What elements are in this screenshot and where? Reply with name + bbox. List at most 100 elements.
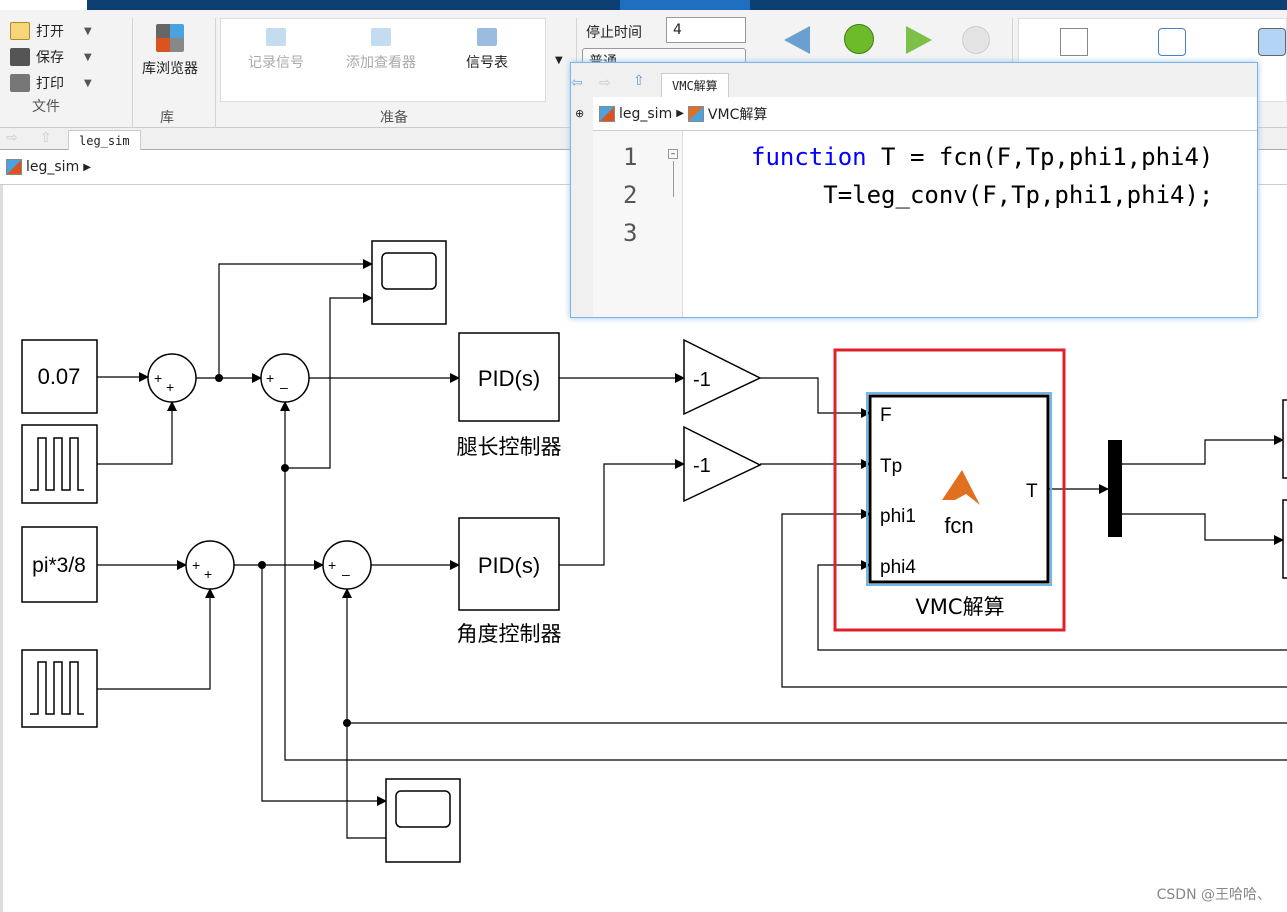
gallery-expand-icon[interactable]: ▼ [555, 55, 563, 66]
open-button[interactable]: 打开 ▼ [10, 18, 92, 44]
up-arrow-icon[interactable]: ⇧ [633, 73, 645, 89]
back-arrow-icon[interactable]: ⇨ [6, 130, 18, 146]
port-label: F [880, 405, 892, 426]
branch-point [258, 561, 266, 569]
output-block[interactable] [1282, 499, 1287, 579]
tab-leg-sim[interactable]: leg_sim [68, 130, 141, 151]
block-label[interactable]: VMC解算 [915, 595, 1004, 619]
pid-block[interactable] [458, 332, 560, 422]
block-label[interactable]: 角度控制器 [457, 622, 562, 646]
line-number: 1 [623, 143, 638, 171]
file-group: 打开 ▼ 保存 ▼ 打印 ▼ 文件 [10, 18, 92, 116]
line-number: 3 [623, 219, 638, 247]
chevron-down-icon[interactable]: ▼ [84, 52, 92, 63]
editor-tab-bar: ⇦ ⇨ ⇧ VMC解算 [571, 63, 1257, 97]
matlab-logo-icon [942, 470, 980, 505]
sum-block[interactable] [260, 353, 310, 403]
tab-vmc[interactable]: VMC解算 [661, 73, 729, 97]
signal-table-button[interactable]: 信号表 [466, 28, 508, 72]
logic-analyzer-icon[interactable] [1158, 28, 1186, 56]
function-name: fcn [944, 513, 973, 538]
vmc-matlab-function-block[interactable] [868, 394, 1050, 584]
svg-text:–: – [342, 566, 350, 582]
code-line[interactable]: function T = fcn(F,Tp,phi1,phi4) [751, 143, 1213, 171]
constant-block[interactable] [21, 339, 98, 414]
step-forward-icon[interactable] [906, 26, 932, 54]
signal-line[interactable] [261, 565, 387, 806]
scope-block[interactable] [385, 778, 461, 863]
fold-toggle-icon[interactable]: – [668, 149, 678, 159]
branch-point [215, 374, 223, 382]
active-ribbon-tab[interactable] [620, 0, 750, 10]
chevron-down-icon[interactable]: ▼ [84, 26, 92, 37]
signal-line[interactable] [97, 401, 177, 465]
svg-text:+: + [192, 557, 200, 573]
signal-line[interactable] [781, 509, 1287, 688]
save-button[interactable]: 保存 ▼ [10, 44, 92, 70]
code-line[interactable]: T=leg_conv(F,Tp,phi1,phi4); [751, 181, 1213, 209]
model-icon [599, 105, 615, 122]
group-label: 文件 [32, 99, 60, 115]
expand-icon[interactable]: ⊕ [575, 107, 584, 120]
group-label: 准备 [380, 110, 408, 126]
gain-block[interactable] [683, 338, 762, 416]
port-label: T [1026, 481, 1038, 502]
branch-point [281, 464, 289, 472]
code-editor[interactable]: – 1 2 3 function T = fcn(F,Tp,phi1,phi4)… [593, 131, 1257, 317]
port-label: phi4 [880, 557, 916, 578]
breadcrumb-item[interactable]: leg_sim [619, 106, 672, 122]
chevron-down-icon[interactable]: ▼ [84, 78, 92, 89]
sum-block[interactable] [185, 540, 235, 590]
pulse-icon [30, 437, 84, 491]
caret-right-icon[interactable]: ▶ [83, 162, 91, 173]
constant-block[interactable] [21, 526, 98, 603]
block-label[interactable]: 腿长控制器 [457, 435, 562, 459]
log-signal-icon [266, 28, 286, 46]
pid-block[interactable] [458, 517, 560, 611]
pulse-generator-block[interactable] [21, 424, 98, 504]
sum-block[interactable] [147, 353, 197, 403]
data-inspector-icon[interactable] [1060, 28, 1088, 56]
pulse-generator-block[interactable] [21, 649, 98, 728]
signal-line[interactable] [218, 259, 373, 378]
signal-line[interactable] [559, 459, 685, 566]
signal-line[interactable] [1122, 513, 1284, 545]
add-viewer-button[interactable]: 添加查看器 [346, 28, 416, 72]
breadcrumb-item[interactable]: VMC解算 [708, 104, 767, 124]
gain-block[interactable] [683, 425, 762, 503]
run-icon[interactable] [844, 24, 874, 54]
signal-line[interactable] [1122, 435, 1284, 465]
breadcrumb-item[interactable]: leg_sim [26, 159, 79, 175]
selection-outline [866, 392, 1052, 586]
sum-block[interactable] [322, 540, 372, 590]
step-back-icon[interactable] [784, 26, 810, 54]
log-signals-button[interactable]: 记录信号 [248, 28, 304, 72]
signal-line[interactable] [97, 588, 215, 690]
pulse-icon [30, 661, 84, 715]
signal-line[interactable] [285, 293, 373, 469]
up-arrow-icon[interactable]: ⇧ [40, 130, 52, 146]
line-number: 2 [623, 181, 638, 209]
birds-eye-icon[interactable] [1258, 28, 1286, 56]
back-arrow-icon[interactable]: ⇦ [571, 75, 583, 91]
library-browser-button[interactable]: 库浏览器 [142, 24, 198, 78]
group-label: 库 [160, 110, 174, 126]
mux-block[interactable] [1108, 440, 1122, 537]
table-icon [477, 28, 497, 46]
print-button[interactable]: 打印 ▼ [10, 70, 92, 96]
svg-text:+: + [266, 370, 274, 386]
scope-screen-icon [381, 252, 437, 290]
signal-line[interactable] [280, 401, 1287, 761]
signal-line[interactable] [760, 377, 871, 418]
forward-arrow-icon[interactable]: ⇨ [599, 75, 611, 91]
stop-time-input[interactable]: 4 [666, 17, 746, 43]
watermark: CSDN @王哈哈、 [1156, 887, 1271, 903]
viewer-icon [371, 28, 391, 46]
signal-line[interactable] [342, 588, 386, 839]
stop-icon[interactable] [962, 26, 990, 54]
matlab-function-icon [687, 105, 704, 122]
scope-block[interactable] [371, 240, 447, 325]
signal-line[interactable] [817, 560, 1287, 651]
output-block[interactable] [1282, 399, 1287, 479]
save-icon [10, 48, 30, 66]
